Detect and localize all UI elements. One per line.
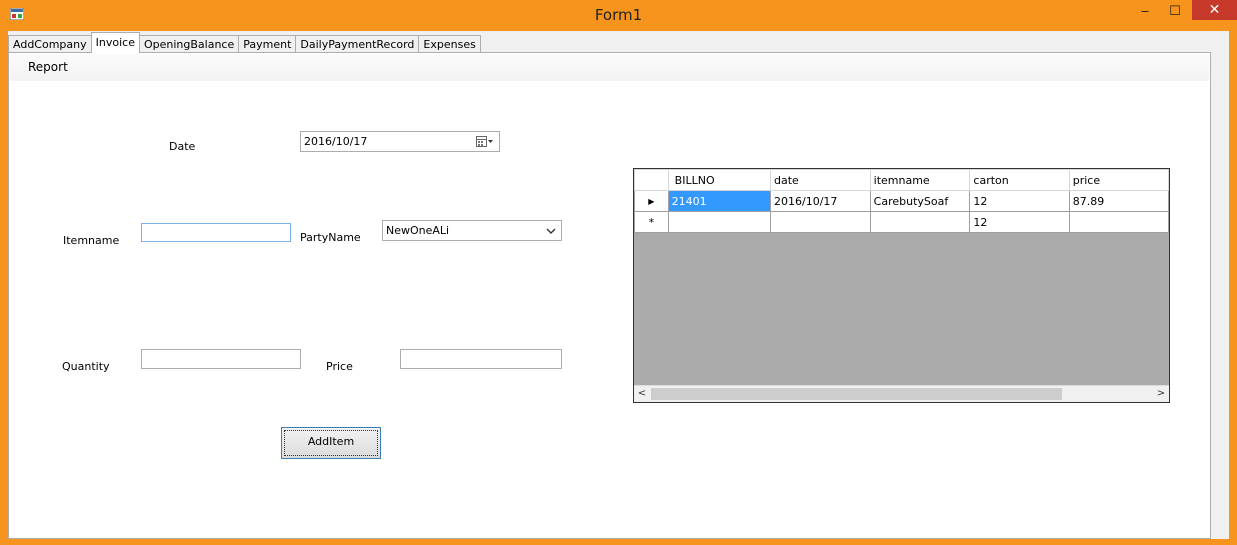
tab-dailypaymentrecord[interactable]: DailyPaymentRecord [295,35,420,53]
partyname-combo[interactable]: NewOneALi [382,220,562,241]
menu-bar: Report [10,54,1209,81]
column-header-price[interactable]: price [1068,169,1169,191]
row-indicator-icon[interactable]: ▶ [634,190,669,212]
tab-openingbalance[interactable]: OpeningBalance [138,35,240,53]
table-row-new[interactable]: * 12 [634,211,1169,233]
column-header-billno[interactable]: BILLNO [667,169,772,191]
tab-strip: AddCompany Invoice OpeningBalance Paymen… [8,32,481,53]
menu-report[interactable]: Report [20,60,76,74]
price-input[interactable] [400,349,562,369]
table-cell[interactable]: 2016/10/17 [770,190,871,212]
partyname-value: NewOneALi [386,224,450,237]
table-cell[interactable] [869,211,971,233]
grid-corner-header [634,169,669,191]
tab-addcompany[interactable]: AddCompany [8,35,92,53]
scroll-left-icon[interactable]: < [634,386,650,402]
client-area: AddCompany Invoice OpeningBalance Paymen… [8,31,1229,539]
itemname-label: Itemname [63,234,120,247]
quantity-input[interactable] [141,349,301,369]
column-header-itemname[interactable]: itemname [869,169,971,191]
date-value: 2016/10/17 [304,135,368,148]
new-row-icon[interactable]: * [634,211,669,233]
table-cell[interactable] [770,211,871,233]
chevron-down-icon[interactable] [544,222,558,239]
additem-button[interactable]: AddItem [281,427,381,459]
column-header-date[interactable]: date [770,169,871,191]
date-label: Date [169,140,196,153]
grid-table: BILLNO date itemname carton price ▶ 2140… [634,169,1169,233]
partyname-label: PartyName [300,231,361,244]
minimize-button[interactable]: ‒ [1132,0,1158,22]
window-title: Form1 [594,6,643,24]
right-margin [1211,52,1229,539]
title-bar[interactable]: Form1 ‒ ☐ ✕ [0,0,1237,31]
calendar-dropdown-icon[interactable] [476,135,494,154]
horizontal-scrollbar[interactable]: < > [634,385,1169,402]
scroll-thumb[interactable] [651,388,1062,400]
tab-expenses[interactable]: Expenses [418,35,481,53]
invoice-tab-page: Report Date 2016/10/17 Itemname PartyNam… [8,52,1211,539]
price-label: Price [326,360,353,373]
table-row[interactable]: ▶ 21401 2016/10/17 CarebutySoaf 12 87.89 [634,190,1169,212]
tab-invoice[interactable]: Invoice [90,32,140,53]
grid-header-row: BILLNO date itemname carton price [634,169,1169,191]
tab-payment[interactable]: Payment [238,35,297,53]
window-frame: Form1 ‒ ☐ ✕ AddCompany Invoice OpeningBa… [0,0,1237,545]
itemname-input[interactable] [141,223,291,242]
maximize-button[interactable]: ☐ [1162,0,1188,22]
date-picker[interactable]: 2016/10/17 [300,131,500,152]
invoice-data-grid[interactable]: BILLNO date itemname carton price ▶ 2140… [633,168,1170,403]
quantity-label: Quantity [62,360,110,373]
close-button[interactable]: ✕ [1192,0,1237,20]
table-cell[interactable] [667,211,772,233]
table-cell[interactable]: 12 [969,190,1070,212]
table-cell[interactable] [1068,211,1169,233]
table-cell[interactable]: 12 [969,211,1070,233]
scroll-right-icon[interactable]: > [1153,386,1169,402]
table-cell[interactable]: CarebutySoaf [869,190,971,212]
table-cell[interactable]: 87.89 [1068,190,1169,212]
table-cell[interactable]: 21401 [667,190,772,212]
column-header-carton[interactable]: carton [969,169,1070,191]
